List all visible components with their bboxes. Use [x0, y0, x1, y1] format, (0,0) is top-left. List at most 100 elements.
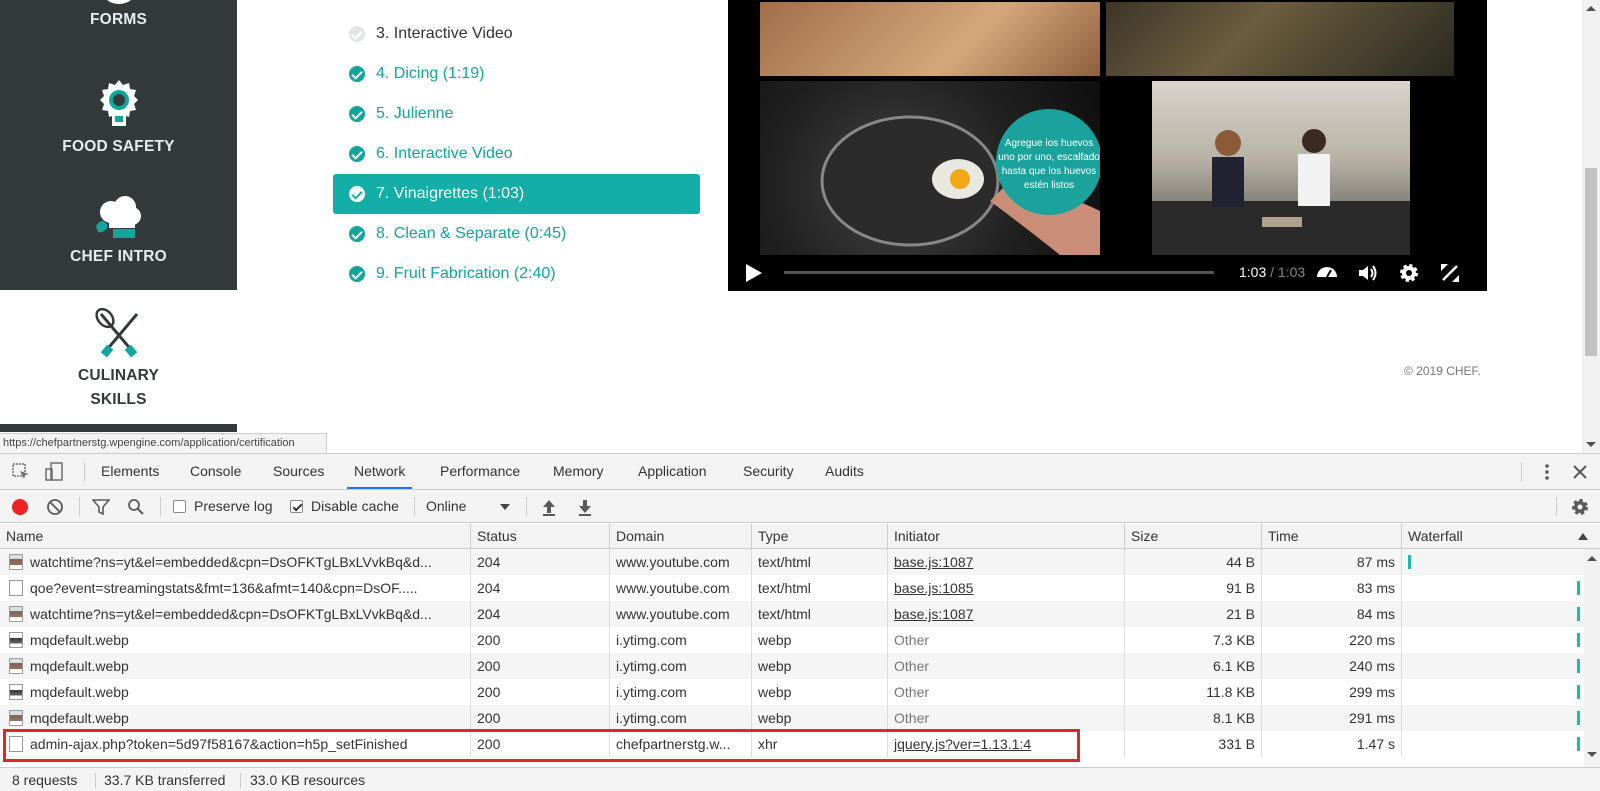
column-header-size[interactable]: Size — [1125, 524, 1262, 549]
sidebar-item-chef-intro[interactable]: CHEF INTRO — [0, 196, 237, 266]
cell-status: 204 — [471, 549, 610, 575]
cell-type: webp — [752, 627, 888, 653]
cell-domain: i.ytimg.com — [610, 679, 752, 705]
lesson-item[interactable]: 9. Fruit Fabrication (2:40) — [333, 254, 700, 294]
cell-text: mqdefault.webp — [30, 684, 129, 700]
sort-ascending-icon — [1578, 533, 1588, 540]
video-progress-track[interactable] — [784, 271, 1214, 274]
network-settings-gear-icon[interactable] — [1570, 497, 1590, 517]
initiator-link[interactable]: base.js:1087 — [894, 606, 973, 622]
video-frame-kitchen — [1152, 81, 1410, 255]
inspect-element-icon[interactable] — [12, 463, 30, 481]
disable-cache-checkbox[interactable]: Disable cache — [290, 490, 399, 523]
initiator-link[interactable]: base.js:1085 — [894, 580, 973, 596]
table-row[interactable]: watchtime?ns=yt&el=embedded&cpn=DsOFKTgL… — [0, 601, 1584, 627]
record-icon[interactable] — [12, 499, 28, 515]
lesson-item[interactable]: 4. Dicing (1:19) — [333, 54, 700, 94]
column-header-type[interactable]: Type — [752, 524, 888, 549]
document-file-icon — [9, 580, 23, 596]
device-toolbar-icon[interactable] — [45, 462, 65, 482]
tab-audits[interactable]: Audits — [825, 454, 864, 489]
scroll-down-arrow-icon[interactable] — [1586, 442, 1596, 447]
scroll-down-arrow-icon[interactable] — [1587, 752, 1597, 757]
cell-domain: www.youtube.com — [610, 549, 752, 575]
lesson-item-active[interactable]: 7. Vinaigrettes (1:03) — [333, 174, 700, 214]
tab-application[interactable]: Application — [638, 454, 707, 489]
table-row[interactable]: watchtime?ns=yt&el=embedded&cpn=DsOFKTgL… — [0, 549, 1584, 575]
toolbar-divider — [526, 497, 527, 516]
lesson-item[interactable]: 5. Julienne — [333, 94, 700, 134]
tab-security[interactable]: Security — [743, 454, 794, 489]
column-header-waterfall[interactable]: Waterfall — [1402, 524, 1600, 549]
cell-size: 331 B — [1125, 731, 1262, 757]
sidebar-item-culinary-skills[interactable]: CULINARY SKILLS — [0, 290, 237, 430]
column-header-time[interactable]: Time — [1262, 524, 1402, 549]
column-header-status[interactable]: Status — [471, 524, 610, 549]
column-header-domain[interactable]: Domain — [610, 524, 752, 549]
sidebar-item-food-safety[interactable]: FOOD SAFETY — [0, 78, 237, 156]
table-row[interactable]: qoe?event=streamingstats&fmt=136&afmt=14… — [0, 575, 1584, 601]
preserve-log-checkbox[interactable]: Preserve log — [173, 490, 273, 523]
scroll-up-arrow-icon[interactable] — [1587, 556, 1597, 561]
cell-name: mqdefault.webp — [0, 679, 471, 705]
overlay-text-line: estén listos — [1023, 180, 1075, 191]
cell-domain: www.youtube.com — [610, 601, 752, 627]
time-total: / 1:03 — [1270, 264, 1306, 280]
cell-text: watchtime?ns=yt&el=embedded&cpn=DsOFKTgL… — [30, 554, 432, 570]
initiator-link[interactable]: base.js:1087 — [894, 554, 973, 570]
cell-type: webp — [752, 653, 888, 679]
cell-text: 240 ms — [1349, 658, 1395, 674]
table-row[interactable]: mqdefault.webp 200 i.ytimg.com webp Other 8.1… — [0, 705, 1584, 731]
cell-status: 200 — [471, 679, 610, 705]
scroll-up-arrow-icon[interactable] — [1586, 6, 1596, 11]
speed-gauge-icon[interactable] — [1315, 261, 1339, 285]
cell-text: 204 — [477, 606, 501, 622]
export-har-icon[interactable] — [577, 498, 593, 516]
video-player[interactable]: Agregue los huevos uno por uno, escalfad… — [728, 0, 1487, 291]
table-row[interactable]: mqdefault.webp 200 i.ytimg.com webp Other 11.… — [0, 679, 1584, 705]
sidebar: FORMS FOOD SAFETY CHEF INTRO — [0, 0, 237, 290]
overlay-text-line: Agregue los huevos — [1004, 138, 1094, 149]
sidebar-item-forms[interactable]: FORMS — [0, 0, 237, 29]
check-circle-icon — [349, 146, 365, 162]
more-options-icon[interactable] — [1537, 462, 1557, 482]
cell-text: 84 ms — [1356, 606, 1395, 622]
close-icon[interactable] — [1571, 463, 1589, 481]
column-header-name[interactable]: Name — [0, 524, 471, 549]
cell-time: 299 ms — [1262, 679, 1402, 705]
lesson-item[interactable]: 8. Clean & Separate (0:45) — [333, 214, 700, 254]
cell-text: 1.47 s — [1356, 736, 1395, 752]
lesson-item[interactable]: 3. Interactive Video — [333, 14, 700, 54]
cell-initiator: base.js:1087 — [888, 601, 1125, 627]
page-scrollbar[interactable] — [1582, 0, 1600, 453]
throttling-select[interactable]: Online — [426, 490, 516, 523]
cell-text: 204 — [477, 554, 501, 570]
tab-network[interactable]: Network — [347, 454, 413, 489]
cell-text: i.ytimg.com — [616, 658, 687, 674]
tab-memory[interactable]: Memory — [553, 454, 604, 489]
tab-console[interactable]: Console — [190, 454, 241, 489]
play-icon[interactable] — [746, 264, 762, 282]
search-icon[interactable] — [127, 498, 145, 516]
video-overlay-bubble: Agregue los huevos uno por uno, escalfad… — [996, 109, 1100, 215]
tab-elements[interactable]: Elements — [101, 454, 159, 489]
checkbox-checked[interactable] — [290, 500, 303, 513]
tab-sources[interactable]: Sources — [273, 454, 324, 489]
scrollbar-thumb[interactable] — [1585, 168, 1597, 356]
checkbox-unchecked[interactable] — [173, 500, 186, 513]
filter-icon[interactable] — [92, 499, 110, 515]
table-row[interactable]: mqdefault.webp 200 i.ytimg.com webp Other 7.3… — [0, 627, 1584, 653]
import-har-icon[interactable] — [541, 498, 557, 516]
tab-performance[interactable]: Performance — [440, 454, 520, 489]
table-scrollbar[interactable] — [1584, 549, 1600, 767]
fullscreen-icon[interactable] — [1438, 261, 1462, 285]
network-toolbar: Preserve log Disable cache Online — [0, 490, 1600, 523]
table-row[interactable]: mqdefault.webp 200 i.ytimg.com webp Other 6.1… — [0, 653, 1584, 679]
lesson-item[interactable]: 6. Interactive Video — [333, 134, 700, 174]
cell-text: 200 — [477, 632, 501, 648]
volume-icon[interactable] — [1356, 261, 1380, 285]
settings-gear-icon[interactable] — [1397, 261, 1421, 285]
column-header-initiator[interactable]: Initiator — [888, 524, 1125, 549]
clear-icon[interactable] — [46, 498, 64, 516]
cell-text: qoe?event=streamingstats&fmt=136&afmt=14… — [30, 580, 418, 596]
